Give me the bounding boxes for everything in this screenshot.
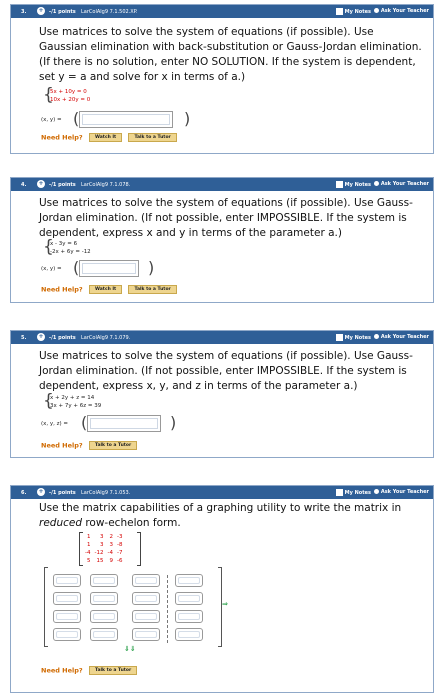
my-notes-button[interactable]: My Notes	[335, 8, 371, 15]
question-text: Use matrices to solve the system of equa…	[39, 26, 422, 83]
answer-label: (x, y) =	[41, 266, 62, 272]
question-number: 4.	[21, 182, 27, 188]
matrix-cell[interactable]	[132, 628, 160, 641]
matrix-row: 1 3 2 -3	[86, 534, 123, 540]
question-3: 3. + -/1 points LarColAlg9 7.1.502.XP. M…	[10, 4, 434, 154]
question-number: 6.	[21, 490, 27, 496]
matrix-cell[interactable]	[132, 574, 160, 587]
equation-1: 5x + 10y = 0	[50, 89, 87, 95]
question-5: 5. + -/1 points LarColAlg9 7.1.079. My N…	[10, 330, 434, 458]
need-help-label: Need Help?	[41, 285, 83, 294]
need-help-label: Need Help?	[41, 441, 83, 450]
talk-to-tutor-button[interactable]: Talk to a Tutor	[88, 666, 138, 675]
matrix-cell[interactable]	[175, 574, 203, 587]
ask-teacher-button[interactable]: Ask Your Teacher	[373, 334, 429, 340]
matrix-cell[interactable]	[53, 574, 81, 587]
need-help-label: Need Help?	[41, 666, 83, 675]
question-number: 3.	[21, 9, 27, 15]
watch-it-button[interactable]: Watch It	[88, 133, 123, 142]
talk-to-tutor-button[interactable]: Talk to a Tutor	[88, 441, 138, 450]
matrix-cell[interactable]	[90, 610, 118, 623]
points-label: -/1 points	[49, 182, 76, 188]
source-label: LarColAlg9 7.1.079.	[81, 335, 131, 341]
matrix-row: -4 -12 -4 -7	[85, 550, 123, 556]
question-number: 5.	[21, 335, 27, 341]
question-text: Use matrices to solve the system of equa…	[39, 197, 413, 239]
need-help-label: Need Help?	[41, 133, 83, 142]
expand-icon[interactable]: +	[37, 180, 45, 188]
matrix-cell[interactable]	[175, 592, 203, 605]
matrix-cell[interactable]	[132, 592, 160, 605]
equation-1: x + 2y + z = 14	[50, 395, 95, 401]
matrix-row: 1 3 3 -8	[86, 542, 123, 548]
talk-to-tutor-button[interactable]: Talk to a Tutor	[128, 285, 177, 294]
equation-2: -2x + 6y = -12	[50, 249, 91, 255]
answer-matrix	[44, 567, 224, 647]
points-label: -/1 points	[49, 9, 76, 15]
need-help-row: Need Help? Talk to a Tutor	[41, 666, 138, 675]
my-notes-button[interactable]: My Notes	[335, 334, 371, 341]
talk-to-tutor-button[interactable]: Talk to a Tutor	[128, 133, 177, 142]
checkbox-icon	[335, 334, 343, 341]
ask-teacher-button[interactable]: Ask Your Teacher	[373, 181, 429, 187]
checkbox-icon	[335, 8, 343, 15]
expand-icon[interactable]: +	[37, 488, 45, 496]
question-header: 4. + -/1 points LarColAlg9 7.1.078. My N…	[11, 178, 433, 191]
question-header: 3. + -/1 points LarColAlg9 7.1.502.XP. M…	[11, 5, 433, 18]
need-help-row: Need Help? Watch It Talk to a Tutor	[41, 285, 177, 294]
matrix-cell[interactable]	[53, 610, 81, 623]
matrix-cell[interactable]	[175, 610, 203, 623]
source-label: LarColAlg9 7.1.078.	[81, 182, 131, 188]
equation-2: 10x + 20y = 0	[50, 97, 91, 103]
question-header: 6. + -/1 points LarColAlg9 7.1.053. My N…	[11, 486, 433, 499]
plus-icon	[373, 489, 379, 494]
points-label: -/1 points	[49, 490, 76, 496]
my-notes-button[interactable]: My Notes	[335, 181, 371, 188]
question-text: Use the matrix capabilities of a graphin…	[39, 502, 402, 529]
expand-icon[interactable]: +	[37, 333, 45, 341]
matrix-cell[interactable]	[90, 592, 118, 605]
my-notes-button[interactable]: My Notes	[335, 489, 371, 496]
augment-divider	[167, 575, 168, 643]
expand-icon[interactable]: +	[37, 7, 45, 15]
question-4: 4. + -/1 points LarColAlg9 7.1.078. My N…	[10, 177, 434, 303]
answer-input[interactable]	[87, 415, 161, 432]
checkbox-icon	[335, 181, 343, 188]
add-column-arrow-icon[interactable]: ⇒	[222, 600, 228, 608]
matrix-cell[interactable]	[90, 574, 118, 587]
answer-input[interactable]	[79, 111, 173, 128]
matrix-row: 5 15 9 -6	[86, 558, 123, 564]
points-label: -/1 points	[49, 335, 76, 341]
matrix-cell[interactable]	[132, 610, 160, 623]
answer-label: (x, y) =	[41, 117, 62, 123]
answer-label: (x, y, z) =	[41, 421, 69, 427]
equation-2: 3x + 7y + 6z = 39	[50, 403, 102, 409]
add-row-arrow-icon[interactable]: ⇓⇓	[124, 645, 136, 653]
plus-icon	[373, 334, 379, 339]
matrix-cell[interactable]	[90, 628, 118, 641]
need-help-row: Need Help? Talk to a Tutor	[41, 441, 138, 450]
ask-teacher-button[interactable]: Ask Your Teacher	[373, 489, 429, 495]
need-help-row: Need Help? Watch It Talk to a Tutor	[41, 133, 177, 142]
source-label: LarColAlg9 7.1.502.XP.	[81, 9, 138, 15]
checkbox-icon	[335, 489, 343, 496]
plus-icon	[373, 8, 379, 13]
matrix-cell[interactable]	[53, 592, 81, 605]
source-label: LarColAlg9 7.1.053.	[81, 490, 131, 496]
question-header: 5. + -/1 points LarColAlg9 7.1.079. My N…	[11, 331, 433, 344]
ask-teacher-button[interactable]: Ask Your Teacher	[373, 8, 429, 14]
plus-icon	[373, 181, 379, 186]
matrix-cell[interactable]	[175, 628, 203, 641]
matrix-cell[interactable]	[53, 628, 81, 641]
equation-1: x - 3y = 6	[50, 241, 78, 247]
watch-it-button[interactable]: Watch It	[88, 285, 123, 294]
answer-input[interactable]	[79, 260, 139, 277]
question-text: Use matrices to solve the system of equa…	[39, 350, 413, 392]
